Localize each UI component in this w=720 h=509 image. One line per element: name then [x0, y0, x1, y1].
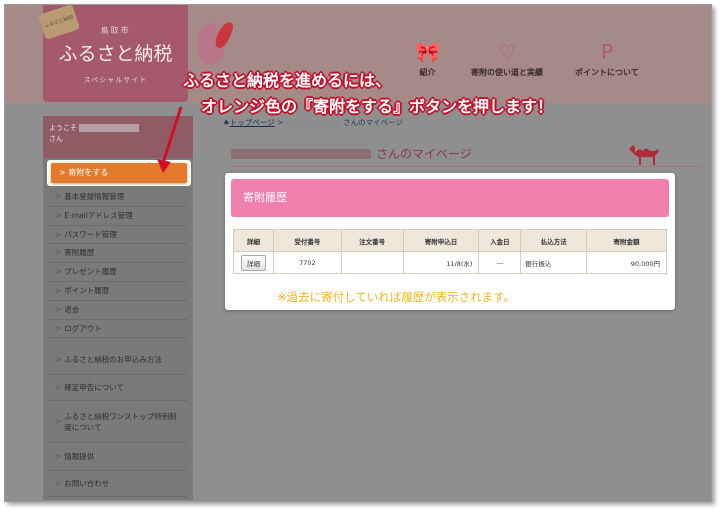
home-icon: ♠	[223, 118, 230, 127]
menu-item-how-to-apply[interactable]: > ふるさと納税のお申込み方法	[49, 345, 187, 375]
cell-method: 銀行振込	[520, 251, 588, 274]
username-blurred	[79, 124, 140, 132]
menu-item-password[interactable]: > パスワード管理	[49, 226, 187, 245]
menu-label: お問い合わせ	[64, 479, 110, 488]
logo-title: ふるさと納税	[58, 43, 173, 65]
cell-amount: 90,000円	[586, 251, 667, 274]
chevron-right-icon: >	[55, 452, 62, 461]
heart-icon: ♡	[498, 40, 516, 64]
username-blurred	[285, 119, 341, 127]
chevron-right-icon: >	[55, 304, 62, 314]
chevron-right-icon: >	[55, 479, 62, 488]
chevron-right-icon: >	[55, 248, 62, 258]
menu-label: ログアウト	[64, 323, 102, 333]
menu-item-logout[interactable]: > ログアウト	[49, 320, 187, 339]
col-paid-date: 入金日	[478, 229, 522, 252]
detail-button[interactable]: 詳細	[240, 254, 266, 271]
breadcrumb: ♠トップページ > さんのマイページ	[223, 117, 403, 128]
cell-order-no	[340, 251, 404, 274]
table-row: 詳細 7702 11/8(水) --- 銀行振込 90,000円	[233, 251, 667, 274]
arrow-icon	[157, 106, 183, 173]
nav-usage-label: 寄附の使い道と実績	[471, 68, 543, 77]
site-logo[interactable]: ふるさと納税 鳥取市 ふるさと納税 スペシャルサイト	[37, 5, 188, 102]
username-blurred	[231, 149, 371, 159]
nav-points[interactable]: P ポイントについて	[575, 41, 639, 78]
info-menu: > ふるさと納税のお申込み方法 > 確定申告について > ふるさと納税ワンストップ特例…	[49, 345, 187, 497]
col-detail: 詳細	[233, 229, 274, 252]
member-menu: > 基本登録情報管理 > E-mailアドレス管理 > パスワード管理 > 寄附履歴 >…	[49, 188, 187, 339]
col-method: 払込方法	[520, 229, 588, 252]
cell-paid-date: ---	[478, 251, 522, 274]
chevron-right-icon: >	[55, 417, 62, 426]
chevron-right-icon: >	[55, 192, 62, 201]
p-point-icon: P	[600, 40, 613, 64]
chevron-right-icon: >	[55, 229, 62, 239]
menu-label: 基本登録情報管理	[64, 192, 125, 201]
menu-item-tax-return[interactable]: > 確定申告について	[49, 375, 187, 401]
welcome-suffix: さん	[49, 135, 63, 143]
menu-item-donation-history[interactable]: > 寄附履歴	[49, 244, 187, 264]
col-amount: 寄附金額	[586, 229, 667, 252]
history-note: ※過去に寄付していれば履歴が表示されます。	[277, 290, 516, 304]
chevron-right-icon: >	[59, 168, 69, 177]
menu-label: 確定申告について	[64, 383, 125, 392]
menu-label: 寄附履歴	[64, 248, 95, 258]
col-receipt-no: 受付番号	[272, 229, 342, 252]
menu-item-present-history[interactable]: > プレゼント履歴	[49, 263, 187, 282]
callout-line1: ふるさと納税を進めるには、	[183, 71, 392, 90]
menu-item-contact[interactable]: > お問い合わせ	[49, 471, 187, 497]
menu-label: ふるさと納税のお申込み方法	[64, 355, 162, 364]
menu-item-info[interactable]: > 情報提供	[49, 443, 187, 471]
menu-label: ふるさと納税ワンストップ特例制度について	[64, 411, 177, 432]
menu-item-withdraw[interactable]: > 退会	[49, 301, 187, 320]
menu-item-email[interactable]: > E-mailアドレス管理	[49, 207, 187, 226]
breadcrumb-sep: >	[276, 118, 284, 127]
cell-detail: 詳細	[233, 251, 274, 274]
menu-label: 退会	[64, 304, 80, 314]
chevron-right-icon: >	[55, 285, 62, 295]
chevron-right-icon: >	[55, 323, 62, 333]
welcome-text: ようこそ	[49, 124, 77, 132]
chevron-right-icon: >	[55, 355, 62, 364]
donate-button-label: 寄附をする	[68, 168, 109, 177]
menu-item-profile[interactable]: > 基本登録情報管理	[49, 188, 187, 207]
menu-label: プレゼント履歴	[64, 267, 117, 277]
col-order-no: 注文番号	[340, 229, 404, 252]
logo-subtitle: スペシャルサイト	[83, 76, 148, 84]
menu-label: パスワード管理	[64, 229, 117, 239]
gift-icon: 🎀	[415, 40, 440, 64]
history-heading: 寄附履歴	[231, 179, 669, 217]
breadcrumb-home[interactable]: トップページ	[230, 118, 275, 127]
screenshot-frame: ふるさと納税 鳥取市 ふるさと納税 スペシャルサイト 🎀 紹介 ♡ 寄附の使い道…	[4, 4, 712, 502]
chevron-right-icon: >	[55, 383, 62, 392]
menu-item-one-stop[interactable]: > ふるさと納税ワンストップ特例制度について	[49, 401, 187, 443]
menu-label: ポイント履歴	[64, 285, 110, 295]
page-title-text: さんのマイページ	[376, 147, 472, 161]
cell-receipt-no: 7702	[272, 251, 342, 274]
nav-points-label: ポイントについて	[575, 68, 639, 77]
col-date: 寄附申込日	[402, 229, 480, 252]
menu-label: 情報提供	[64, 452, 95, 461]
cell-date: 11/8(水)	[402, 251, 480, 274]
nav-usage[interactable]: ♡ 寄附の使い道と実績	[471, 41, 543, 78]
callout-line2: オレンジ色の『寄附をする』ボタンを押します！	[201, 97, 554, 116]
chevron-right-icon: >	[55, 267, 62, 277]
breadcrumb-current: さんのマイページ	[343, 118, 403, 127]
history-table: 詳細 受付番号 注文番号 寄附申込日 入金日 払込方法 寄附金額 詳細 7702…	[233, 229, 667, 274]
nav-intro-label: 紹介	[419, 68, 436, 77]
menu-item-point-history[interactable]: > ポイント履歴	[49, 282, 187, 301]
camel-icon	[629, 145, 659, 165]
nav-intro[interactable]: 🎀 紹介	[415, 41, 440, 78]
chevron-right-icon: >	[55, 210, 62, 220]
logo-city: 鳥取市	[100, 26, 131, 35]
menu-label: E-mailアドレス管理	[64, 210, 133, 220]
